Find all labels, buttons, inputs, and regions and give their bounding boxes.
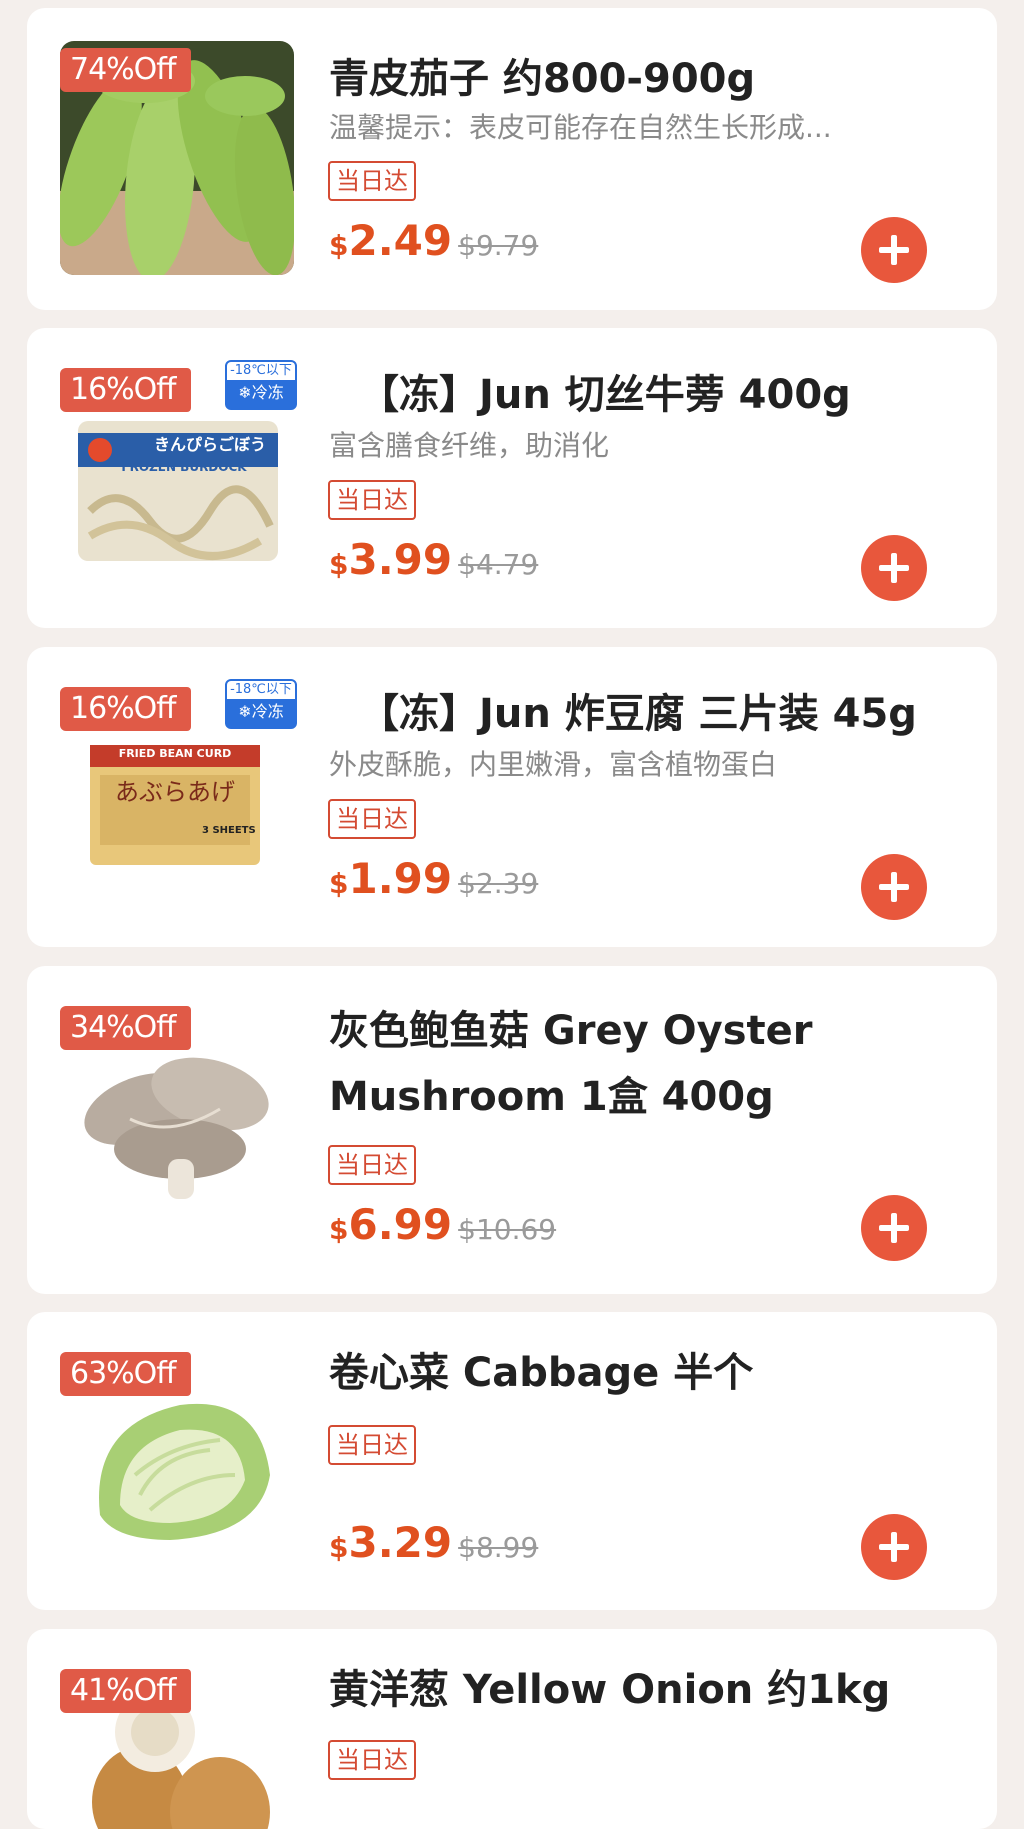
current-price: 3.29 [348, 1518, 453, 1567]
frozen-label: ❄冷冻 [238, 383, 284, 402]
original-price: $4.79 [458, 548, 539, 581]
frozen-badge: -18℃以下 ❄冷冻 [225, 360, 297, 410]
original-price: $8.99 [458, 1531, 539, 1564]
frozen-badge: -18℃以下 ❄冷冻 [225, 679, 297, 729]
price: $6.99 $10.69 [329, 1200, 556, 1249]
current-price: 1.99 [348, 854, 453, 903]
price: $3.99 $4.79 [329, 535, 538, 584]
frozen-label: ❄冷冻 [238, 702, 284, 721]
same-day-tag: 当日达 [328, 480, 416, 520]
plus-icon [879, 1213, 909, 1243]
product-description: 温馨提示：表皮可能存在自然生长形成... [329, 111, 832, 144]
discount-badge: 16%Off [60, 368, 192, 412]
product-title[interactable]: 【冻】Jun 切丝牛蒡 400g [359, 362, 957, 428]
currency-symbol: $ [329, 867, 349, 900]
same-day-tag: 当日达 [328, 1145, 416, 1185]
discount-badge: 74%Off [60, 48, 192, 92]
price: $3.29 $8.99 [329, 1518, 538, 1567]
product-title[interactable]: 卷心菜 Cabbage 半个 [329, 1340, 957, 1406]
product-description: 富含膳食纤维，助消化 [329, 429, 610, 462]
product-title[interactable]: 灰色鲍鱼菇 Grey Oyster Mushroom 1盒 400g [329, 998, 957, 1130]
package-brand-label: きんぴらごぼう [153, 435, 266, 454]
plus-icon [879, 1532, 909, 1562]
add-to-cart-button[interactable] [861, 1514, 927, 1580]
plus-icon [879, 553, 909, 583]
product-card[interactable]: 34%Off 灰色鲍鱼菇 Grey Oyster Mushroom 1盒 400… [27, 966, 997, 1294]
current-price: 3.99 [348, 535, 453, 584]
add-to-cart-button[interactable] [861, 217, 927, 283]
currency-symbol: $ [329, 548, 349, 581]
product-card[interactable]: 74%Off 青皮茄子 约800-900g 温馨提示：表皮可能存在自然生长形成.… [27, 8, 997, 310]
plus-icon [879, 235, 909, 265]
product-card[interactable]: 63%Off 卷心菜 Cabbage 半个 当日达 $3.29 $8.99 [27, 1312, 997, 1610]
discount-badge: 34%Off [60, 1006, 192, 1050]
plus-icon [879, 872, 909, 902]
product-card[interactable]: きんぴらごぼう FROZEN BURDOCK 16%Off -18℃以下 ❄冷冻… [27, 328, 997, 628]
price: $1.99 $2.39 [329, 854, 538, 903]
product-title[interactable]: 黄洋葱 Yellow Onion 约1kg [329, 1657, 957, 1723]
product-card[interactable]: 41%Off 黄洋葱 Yellow Onion 约1kg 当日达 [27, 1629, 997, 1829]
product-card[interactable]: FRIED BEAN CURD あぶらあげ 3 SHEETS 16%Off -1… [27, 647, 997, 947]
original-price: $9.79 [458, 229, 539, 262]
package-label: FRIED BEAN CURD [118, 747, 232, 760]
current-price: 6.99 [348, 1200, 453, 1249]
discount-badge: 63%Off [60, 1352, 192, 1396]
discount-badge: 16%Off [60, 687, 192, 731]
add-to-cart-button[interactable] [861, 535, 927, 601]
currency-symbol: $ [329, 1213, 349, 1246]
same-day-tag: 当日达 [328, 1425, 416, 1465]
currency-symbol: $ [329, 229, 349, 262]
same-day-tag: 当日达 [328, 1740, 416, 1780]
package-brand-label: あぶらあげ [115, 778, 235, 806]
discount-badge: 41%Off [60, 1669, 192, 1713]
original-price: $2.39 [458, 867, 539, 900]
add-to-cart-button[interactable] [861, 854, 927, 920]
product-title[interactable]: 青皮茄子 约800-900g [329, 46, 957, 112]
package-label: FROZEN BURDOCK [121, 460, 247, 474]
same-day-tag: 当日达 [328, 799, 416, 839]
frozen-temp-label: -18℃以下 [227, 362, 295, 380]
product-description: 外皮酥脆，内里嫩滑，富含植物蛋白 [329, 748, 778, 781]
package-count-label: 3 SHEETS [202, 825, 256, 836]
original-price: $10.69 [458, 1213, 557, 1246]
frozen-temp-label: -18℃以下 [227, 681, 295, 699]
current-price: 2.49 [348, 216, 453, 265]
currency-symbol: $ [329, 1531, 349, 1564]
price: $2.49 $9.79 [329, 216, 538, 265]
product-title[interactable]: 【冻】Jun 炸豆腐 三片装 45g [359, 681, 957, 747]
add-to-cart-button[interactable] [861, 1195, 927, 1261]
same-day-tag: 当日达 [328, 161, 416, 201]
